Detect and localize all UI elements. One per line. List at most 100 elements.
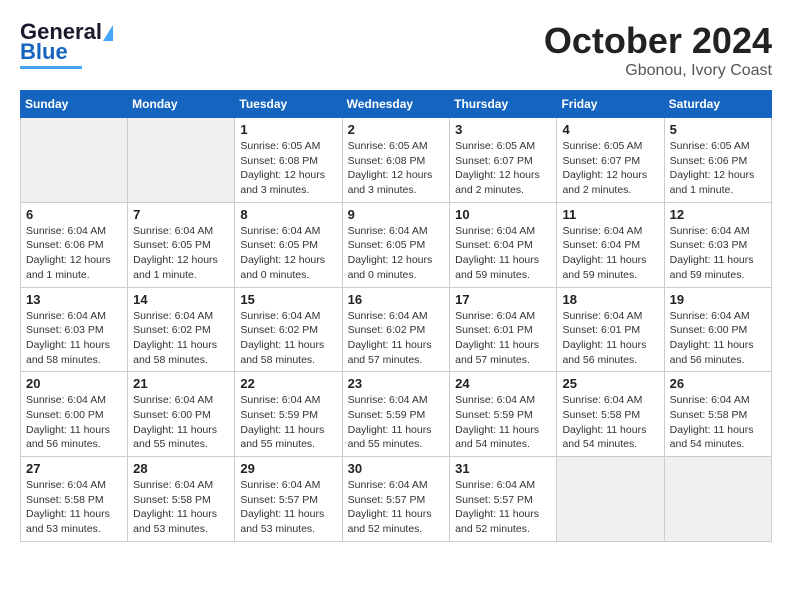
day-info: Sunrise: 6:04 AM Sunset: 6:05 PM Dayligh…	[348, 224, 445, 283]
weekday-header: Saturday	[664, 91, 771, 118]
month-year: October 2024	[544, 20, 772, 62]
calendar-cell: 8 Sunrise: 6:04 AM Sunset: 6:05 PM Daylig…	[235, 202, 342, 287]
day-info: Sunrise: 6:04 AM Sunset: 6:04 PM Dayligh…	[455, 224, 551, 283]
logo-blue: Blue	[20, 40, 68, 64]
day-number: 17	[455, 292, 551, 307]
calendar-cell: 1 Sunrise: 6:05 AM Sunset: 6:08 PM Daylig…	[235, 118, 342, 203]
calendar-cell: 20 Sunrise: 6:04 AM Sunset: 6:00 PM Dayli…	[21, 372, 128, 457]
day-info: Sunrise: 6:04 AM Sunset: 5:58 PM Dayligh…	[670, 393, 766, 452]
weekday-header: Monday	[128, 91, 235, 118]
day-number: 29	[240, 461, 336, 476]
week-row: 1 Sunrise: 6:05 AM Sunset: 6:08 PM Daylig…	[21, 118, 772, 203]
day-info: Sunrise: 6:04 AM Sunset: 5:57 PM Dayligh…	[348, 478, 445, 537]
day-info: Sunrise: 6:04 AM Sunset: 5:57 PM Dayligh…	[455, 478, 551, 537]
day-info: Sunrise: 6:04 AM Sunset: 6:02 PM Dayligh…	[133, 309, 229, 368]
day-info: Sunrise: 6:04 AM Sunset: 6:05 PM Dayligh…	[240, 224, 336, 283]
week-row: 20 Sunrise: 6:04 AM Sunset: 6:00 PM Dayli…	[21, 372, 772, 457]
week-row: 13 Sunrise: 6:04 AM Sunset: 6:03 PM Dayli…	[21, 287, 772, 372]
location: Gbonou, Ivory Coast	[544, 62, 772, 80]
day-info: Sunrise: 6:04 AM Sunset: 6:06 PM Dayligh…	[26, 224, 122, 283]
day-number: 14	[133, 292, 229, 307]
day-number: 24	[455, 376, 551, 391]
day-number: 20	[26, 376, 122, 391]
day-number: 23	[348, 376, 445, 391]
calendar-cell: 14 Sunrise: 6:04 AM Sunset: 6:02 PM Dayli…	[128, 287, 235, 372]
day-info: Sunrise: 6:05 AM Sunset: 6:07 PM Dayligh…	[562, 139, 658, 198]
day-info: Sunrise: 6:04 AM Sunset: 6:04 PM Dayligh…	[562, 224, 658, 283]
calendar-cell: 9 Sunrise: 6:04 AM Sunset: 6:05 PM Daylig…	[342, 202, 450, 287]
day-number: 12	[670, 207, 766, 222]
calendar-cell: 29Sunrise: 6:04 AM Sunset: 5:57 PM Dayli…	[235, 457, 342, 542]
title-block: October 2024 Gbonou, Ivory Coast	[544, 20, 772, 80]
calendar-cell: 13 Sunrise: 6:04 AM Sunset: 6:03 PM Dayli…	[21, 287, 128, 372]
calendar-cell: 27 Sunrise: 6:04 AM Sunset: 5:58 PM Dayli…	[21, 457, 128, 542]
day-info: Sunrise: 6:04 AM Sunset: 5:59 PM Dayligh…	[348, 393, 445, 452]
week-row: 6Sunrise: 6:04 AM Sunset: 6:06 PM Daylig…	[21, 202, 772, 287]
weekday-header: Thursday	[450, 91, 557, 118]
page-header: General Blue October 2024 Gbonou, Ivory …	[20, 20, 772, 80]
day-info: Sunrise: 6:05 AM Sunset: 6:08 PM Dayligh…	[240, 139, 336, 198]
day-info: Sunrise: 6:04 AM Sunset: 5:58 PM Dayligh…	[133, 478, 229, 537]
week-row: 27 Sunrise: 6:04 AM Sunset: 5:58 PM Dayli…	[21, 457, 772, 542]
weekday-header: Sunday	[21, 91, 128, 118]
day-number: 30	[348, 461, 445, 476]
day-number: 8	[240, 207, 336, 222]
calendar-cell: 19Sunrise: 6:04 AM Sunset: 6:00 PM Dayli…	[664, 287, 771, 372]
day-number: 11	[562, 207, 658, 222]
day-info: Sunrise: 6:04 AM Sunset: 6:02 PM Dayligh…	[348, 309, 445, 368]
day-number: 1	[240, 122, 336, 137]
day-number: 2	[348, 122, 445, 137]
day-number: 9	[348, 207, 445, 222]
calendar-cell: 5Sunrise: 6:05 AM Sunset: 6:06 PM Daylig…	[664, 118, 771, 203]
calendar-cell: 25 Sunrise: 6:04 AM Sunset: 5:58 PM Dayli…	[557, 372, 664, 457]
weekday-header: Tuesday	[235, 91, 342, 118]
day-number: 21	[133, 376, 229, 391]
day-info: Sunrise: 6:05 AM Sunset: 6:07 PM Dayligh…	[455, 139, 551, 198]
day-info: Sunrise: 6:04 AM Sunset: 5:59 PM Dayligh…	[240, 393, 336, 452]
calendar-cell: 7 Sunrise: 6:04 AM Sunset: 6:05 PM Daylig…	[128, 202, 235, 287]
day-number: 7	[133, 207, 229, 222]
day-info: Sunrise: 6:04 AM Sunset: 6:03 PM Dayligh…	[670, 224, 766, 283]
calendar-cell: 26 Sunrise: 6:04 AM Sunset: 5:58 PM Dayli…	[664, 372, 771, 457]
day-info: Sunrise: 6:04 AM Sunset: 5:58 PM Dayligh…	[26, 478, 122, 537]
weekday-header: Friday	[557, 91, 664, 118]
calendar-cell: 30 Sunrise: 6:04 AM Sunset: 5:57 PM Dayli…	[342, 457, 450, 542]
calendar-cell: 24 Sunrise: 6:04 AM Sunset: 5:59 PM Dayli…	[450, 372, 557, 457]
day-number: 27	[26, 461, 122, 476]
day-info: Sunrise: 6:04 AM Sunset: 6:01 PM Dayligh…	[562, 309, 658, 368]
day-number: 19	[670, 292, 766, 307]
calendar-cell: 18 Sunrise: 6:04 AM Sunset: 6:01 PM Dayli…	[557, 287, 664, 372]
day-info: Sunrise: 6:04 AM Sunset: 5:59 PM Dayligh…	[455, 393, 551, 452]
weekday-header: Wednesday	[342, 91, 450, 118]
calendar-cell: 17 Sunrise: 6:04 AM Sunset: 6:01 PM Dayli…	[450, 287, 557, 372]
calendar-cell: 15 Sunrise: 6:04 AM Sunset: 6:02 PM Dayli…	[235, 287, 342, 372]
calendar-cell: 3Sunrise: 6:05 AM Sunset: 6:07 PM Daylig…	[450, 118, 557, 203]
calendar-cell: 23 Sunrise: 6:04 AM Sunset: 5:59 PM Dayli…	[342, 372, 450, 457]
day-number: 26	[670, 376, 766, 391]
calendar-cell: 22 Sunrise: 6:04 AM Sunset: 5:59 PM Dayli…	[235, 372, 342, 457]
weekday-header-row: SundayMondayTuesdayWednesdayThursdayFrid…	[21, 91, 772, 118]
day-number: 15	[240, 292, 336, 307]
logo: General Blue	[20, 20, 113, 69]
day-number: 10	[455, 207, 551, 222]
day-info: Sunrise: 6:04 AM Sunset: 6:01 PM Dayligh…	[455, 309, 551, 368]
day-info: Sunrise: 6:04 AM Sunset: 6:03 PM Dayligh…	[26, 309, 122, 368]
calendar-cell: 16 Sunrise: 6:04 AM Sunset: 6:02 PM Dayli…	[342, 287, 450, 372]
day-info: Sunrise: 6:04 AM Sunset: 6:05 PM Dayligh…	[133, 224, 229, 283]
calendar-cell: 12 Sunrise: 6:04 AM Sunset: 6:03 PM Dayli…	[664, 202, 771, 287]
day-number: 18	[562, 292, 658, 307]
day-number: 16	[348, 292, 445, 307]
calendar-cell: 11 Sunrise: 6:04 AM Sunset: 6:04 PM Dayli…	[557, 202, 664, 287]
calendar-cell: 4Sunrise: 6:05 AM Sunset: 6:07 PM Daylig…	[557, 118, 664, 203]
day-number: 22	[240, 376, 336, 391]
day-info: Sunrise: 6:04 AM Sunset: 6:00 PM Dayligh…	[26, 393, 122, 452]
day-info: Sunrise: 6:04 AM Sunset: 6:02 PM Dayligh…	[240, 309, 336, 368]
day-number: 5	[670, 122, 766, 137]
day-info: Sunrise: 6:04 AM Sunset: 5:58 PM Dayligh…	[562, 393, 658, 452]
calendar: SundayMondayTuesdayWednesdayThursdayFrid…	[20, 90, 772, 542]
calendar-cell: 10 Sunrise: 6:04 AM Sunset: 6:04 PM Dayli…	[450, 202, 557, 287]
day-number: 13	[26, 292, 122, 307]
day-number: 25	[562, 376, 658, 391]
day-info: Sunrise: 6:04 AM Sunset: 6:00 PM Dayligh…	[133, 393, 229, 452]
calendar-cell: 2Sunrise: 6:05 AM Sunset: 6:08 PM Daylig…	[342, 118, 450, 203]
